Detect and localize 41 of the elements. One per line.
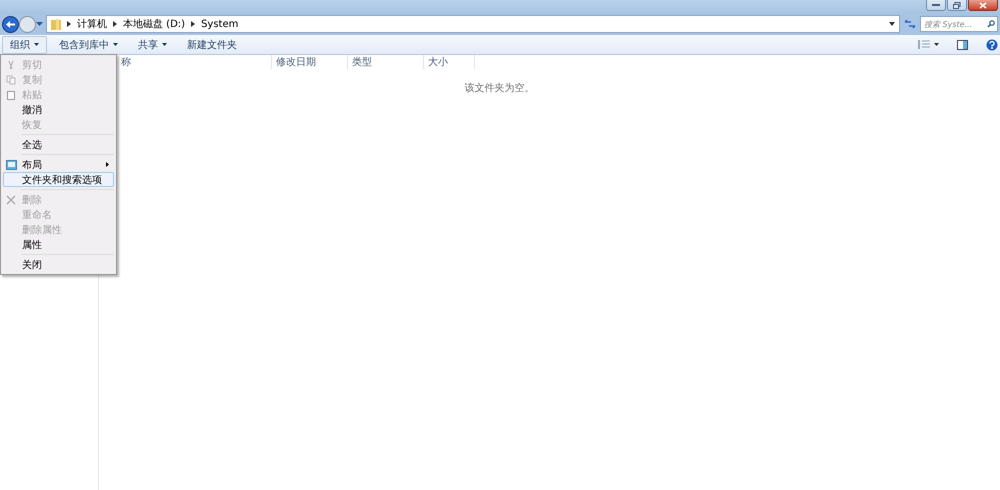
- breadcrumb-item[interactable]: 本地磁盘 (D:): [123, 17, 186, 31]
- scissors-icon: [6, 60, 16, 70]
- search-icon: [987, 20, 995, 28]
- copy-icon: [6, 74, 16, 84]
- breadcrumb-item[interactable]: 计算机: [77, 17, 107, 31]
- column-header[interactable]: 大小: [424, 55, 475, 69]
- minimize-icon: [932, 4, 940, 6]
- minimize-button[interactable]: [926, 0, 946, 11]
- menu-item[interactable]: 布局: [3, 157, 114, 172]
- chevron-icon[interactable]: [191, 21, 196, 27]
- menu-item[interactable]: 属性: [3, 237, 114, 252]
- breadcrumb-item[interactable]: System: [201, 18, 238, 30]
- preview-pane-icon[interactable]: [957, 40, 968, 50]
- close-icon: [979, 2, 987, 8]
- toolbar-button[interactable]: 新建文件夹: [179, 36, 245, 54]
- chevron-icon[interactable]: [67, 21, 71, 27]
- layout-icon: [6, 160, 17, 170]
- help-icon[interactable]: [986, 38, 998, 50]
- dropdown-icon[interactable]: [889, 22, 895, 26]
- back-icon[interactable]: [2, 16, 19, 32]
- column-header[interactable]: 修改日期: [272, 55, 348, 69]
- caret-icon[interactable]: [934, 43, 939, 46]
- empty-folder-message: 该文件夹为空。: [464, 83, 534, 94]
- column-header[interactable]: 类型: [348, 55, 424, 69]
- address-bar[interactable]: 计算机 本地磁盘 (D:) System: [46, 15, 900, 33]
- restore-icon: [953, 2, 961, 8]
- chevron-icon[interactable]: [113, 21, 117, 27]
- toolbar-button[interactable]: 共享: [130, 36, 175, 54]
- menu-item[interactable]: 文件夹和搜索选项: [3, 172, 114, 187]
- clipboard-icon: [6, 90, 16, 100]
- menu-item[interactable]: 关闭: [3, 257, 114, 272]
- toolbar-button[interactable]: 组织: [2, 36, 47, 54]
- refresh-icon[interactable]: [903, 17, 917, 31]
- folder-icon: [51, 18, 61, 30]
- close-button[interactable]: [968, 0, 998, 11]
- toolbar-button[interactable]: 包含到库中: [51, 36, 126, 54]
- delete-icon: [6, 194, 16, 204]
- menu-item[interactable]: 撤消: [3, 102, 114, 117]
- restore-button[interactable]: [947, 0, 967, 11]
- menu-item[interactable]: 全选: [3, 137, 114, 152]
- search-field[interactable]: 搜索 Syste...: [920, 16, 998, 32]
